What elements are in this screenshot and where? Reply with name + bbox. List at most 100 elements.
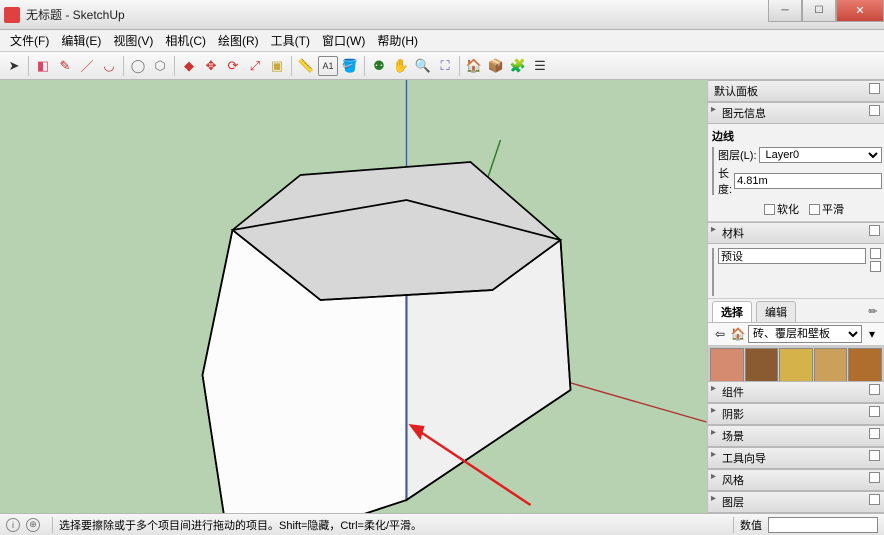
default-tray-header[interactable]: 默认面板: [708, 80, 884, 102]
menu-camera[interactable]: 相机(C): [159, 30, 212, 51]
menu-window[interactable]: 窗口(W): [316, 30, 371, 51]
polygon-icon[interactable]: ⬡: [150, 56, 170, 76]
material-default-icon[interactable]: [870, 261, 881, 272]
panel-instructor[interactable]: 工具向导: [708, 447, 884, 469]
material-swatch[interactable]: [814, 348, 848, 381]
details-icon[interactable]: ▾: [864, 326, 880, 342]
toolbar: ➤ ◧ ✎ ／ ◡ ◯ ⬡ ◆ ✥ ⟳ ⤢ ▣ 📏 A1 🪣 ⚉ ✋ 🔍 ⛶ 🏠…: [0, 52, 884, 80]
status-divider: [52, 517, 53, 533]
back-icon[interactable]: ⇦: [712, 326, 728, 342]
circle-icon[interactable]: ◯: [128, 56, 148, 76]
orbit-icon[interactable]: ⚉: [369, 56, 389, 76]
line-icon[interactable]: ／: [77, 56, 97, 76]
vcb: 数值: [733, 517, 878, 533]
move-icon[interactable]: ✥: [201, 56, 221, 76]
status-hint: 选择要擦除或于多个项目间进行拖动的项目。Shift=隐藏，Ctrl=柔化/平滑。: [59, 517, 422, 533]
panel-components[interactable]: 组件: [708, 381, 884, 403]
menu-draw[interactable]: 绘图(R): [212, 30, 265, 51]
smooth-checkbox[interactable]: 平滑: [809, 201, 844, 217]
right-panel: 默认面板 图元信息 边线 图层(L): Layer0: [708, 80, 884, 513]
layer-select[interactable]: Layer0: [759, 147, 883, 163]
entity-pin-icon[interactable]: [869, 105, 880, 116]
app-icon: [4, 7, 20, 23]
panel-styles[interactable]: 风格: [708, 469, 884, 491]
panel-scenes[interactable]: 场景: [708, 425, 884, 447]
pin-icon[interactable]: [869, 450, 880, 461]
menu-tools[interactable]: 工具(T): [265, 30, 316, 51]
soft-checkbox[interactable]: 软化: [764, 201, 799, 217]
status-geo-icon[interactable]: ⊕: [26, 518, 40, 532]
panel-layers[interactable]: 图层: [708, 491, 884, 513]
vcb-input[interactable]: [768, 517, 878, 533]
select-arrow-icon[interactable]: ➤: [4, 56, 24, 76]
pin-icon[interactable]: [869, 494, 880, 505]
menu-file[interactable]: 文件(F): [4, 30, 55, 51]
materials-pin-icon[interactable]: [869, 225, 880, 236]
length-label: 长度:: [718, 165, 732, 197]
entity-info-header[interactable]: 图元信息: [708, 102, 884, 124]
materials-toolbar: ⇦ 🏠 砖、覆层和壁板 ▾: [708, 323, 884, 346]
vcb-divider: [733, 517, 734, 533]
material-swatch[interactable]: [848, 348, 882, 381]
toolbar-divider: [174, 56, 175, 76]
pin-icon[interactable]: [869, 384, 880, 395]
material-swatch[interactable]: [745, 348, 779, 381]
materials-body: [708, 244, 884, 299]
tapemeasure-icon[interactable]: 📏: [296, 56, 316, 76]
pencil-icon[interactable]: ✎: [55, 56, 75, 76]
material-create-icon[interactable]: [870, 248, 881, 259]
menu-help[interactable]: 帮助(H): [371, 30, 424, 51]
extension-icon[interactable]: 🧩: [508, 56, 528, 76]
layers-icon[interactable]: ☰: [530, 56, 550, 76]
main-row: 默认面板 图元信息 边线 图层(L): Layer0: [0, 80, 884, 513]
component-icon[interactable]: 📦: [486, 56, 506, 76]
entity-info-body: 边线 图层(L): Layer0 长度: 软化: [708, 124, 884, 222]
offset-icon[interactable]: ▣: [267, 56, 287, 76]
length-field[interactable]: [734, 173, 882, 189]
eyedropper-icon[interactable]: ✏: [866, 305, 880, 319]
maximize-button[interactable]: [802, 0, 836, 22]
model-canvas[interactable]: [0, 80, 707, 513]
toolbar-divider: [459, 56, 460, 76]
menu-edit[interactable]: 编辑(E): [55, 30, 107, 51]
warehouse-icon[interactable]: 🏠: [464, 56, 484, 76]
menu-view[interactable]: 视图(V): [107, 30, 159, 51]
material-thumbnail[interactable]: [712, 248, 714, 296]
viewport[interactable]: [0, 80, 708, 513]
material-category-select[interactable]: 砖、覆层和壁板: [748, 325, 862, 343]
material-swatches: [708, 346, 884, 381]
home-icon[interactable]: 🏠: [730, 326, 746, 342]
status-info-icon[interactable]: i: [6, 518, 20, 532]
zoom-icon[interactable]: 🔍: [413, 56, 433, 76]
materials-label: 材料: [722, 228, 744, 240]
layer-label: 图层(L):: [718, 147, 757, 163]
toolbar-divider: [28, 56, 29, 76]
tray-pin-icon[interactable]: [869, 83, 880, 94]
material-swatch[interactable]: [710, 348, 744, 381]
menubar: 文件(F) 编辑(E) 视图(V) 相机(C) 绘图(R) 工具(T) 窗口(W…: [0, 30, 884, 52]
pin-icon[interactable]: [869, 428, 880, 439]
pin-icon[interactable]: [869, 472, 880, 483]
entity-type-label: 边线: [712, 128, 880, 144]
materials-header[interactable]: 材料: [708, 222, 884, 244]
paintbucket-icon[interactable]: 🪣: [340, 56, 360, 76]
minimize-button[interactable]: [768, 0, 802, 22]
default-tray-label: 默认面板: [714, 86, 758, 98]
panel-shadows[interactable]: 阴影: [708, 403, 884, 425]
scale-icon[interactable]: ⤢: [245, 56, 265, 76]
tab-select[interactable]: 选择: [712, 301, 752, 322]
text-icon[interactable]: A1: [318, 56, 338, 76]
entity-info-label: 图元信息: [722, 108, 766, 120]
tab-edit[interactable]: 编辑: [756, 301, 796, 322]
eraser-icon[interactable]: ◧: [33, 56, 53, 76]
collapsed-panels: 组件 阴影 场景 工具向导 风格 图层: [708, 381, 884, 513]
pin-icon[interactable]: [869, 406, 880, 417]
material-swatch[interactable]: [779, 348, 813, 381]
pan-icon[interactable]: ✋: [391, 56, 411, 76]
arc-icon[interactable]: ◡: [99, 56, 119, 76]
rotate-icon[interactable]: ⟳: [223, 56, 243, 76]
pushpull-icon[interactable]: ◆: [179, 56, 199, 76]
material-name-field[interactable]: [718, 248, 866, 264]
close-button[interactable]: [836, 0, 884, 22]
zoom-extents-icon[interactable]: ⛶: [435, 56, 455, 76]
